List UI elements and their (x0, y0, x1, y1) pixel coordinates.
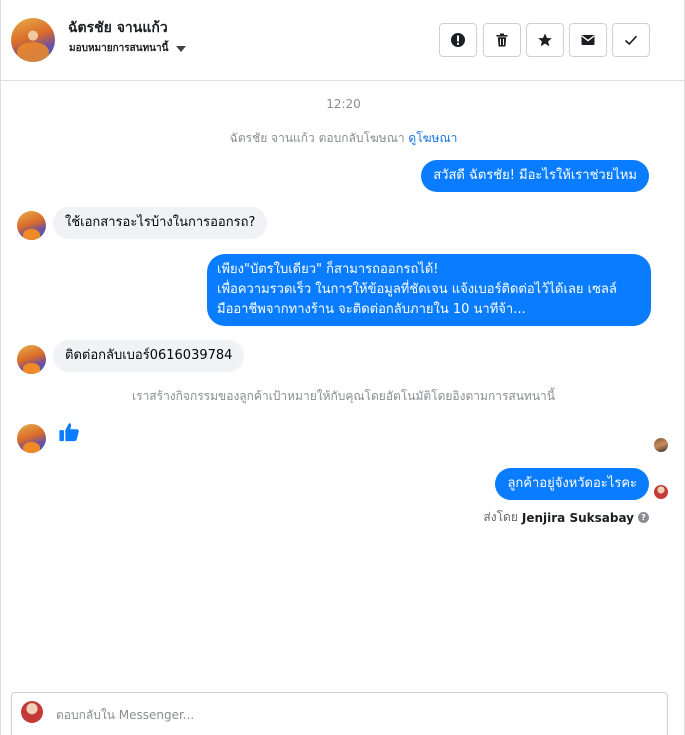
mark-done-button[interactable] (612, 23, 650, 57)
sent-by-label: ส่งโดย Jenjira Suksabay ? (483, 508, 649, 527)
envelope-icon (581, 35, 595, 45)
star-icon (538, 33, 552, 47)
message-bubble-incoming[interactable]: ใช้เอกสารอะไรบ้างในการออกรถ? (53, 207, 268, 239)
star-button[interactable] (526, 23, 564, 57)
message-line: เพื่อความรวดเร็ว ในการให้ข้อมูลที่ชัดเจน… (217, 282, 617, 297)
trash-icon (496, 33, 508, 47)
sent-by-prefix: ส่งโดย (483, 510, 518, 524)
assign-label: มอบหมายการสนทนานี้ (69, 43, 169, 54)
message-bubble-outgoing[interactable]: สวัสดี ฉัตรชัย! มีอะไรให้เราช่วยไหม (421, 160, 649, 192)
ad-reply-text: ฉัตรชัย จานแก้ว ตอบกลับโฆษณา (229, 131, 405, 145)
contact-name[interactable]: ฉัตรชัย จานแก้ว (68, 17, 168, 39)
contact-avatar-small (17, 424, 46, 453)
mark-spam-button[interactable] (439, 23, 477, 57)
reply-input[interactable] (56, 705, 616, 725)
contact-avatar-small (17, 211, 46, 240)
contact-avatar-small (17, 345, 46, 374)
message-line: มืออาชีพจากทางร้าน จะติดต่อกลับภายใน 10 … (217, 302, 526, 317)
message-bubble-outgoing[interactable]: เพียง"บัตรใบเดียว" ก็สามารถออกรถได้! เพื… (207, 254, 651, 326)
alert-circle-icon (451, 33, 465, 47)
help-icon[interactable]: ? (638, 512, 649, 523)
agent-avatar (654, 485, 668, 499)
message-bubble-incoming[interactable]: ติดต่อกลับเบอร์0616039784 (53, 340, 245, 372)
view-ad-link[interactable]: ดูโฆษณา (408, 131, 457, 145)
agent-avatar (21, 701, 43, 723)
sender-name[interactable]: Jenjira Suksabay (522, 511, 634, 525)
checkmark-icon (624, 35, 638, 46)
inbox-conversation-panel: ฉัตรชัย จานแก้ว มอบหมายการสนทนานี้ 12:20… (0, 0, 685, 735)
thumbs-up-icon[interactable] (58, 421, 80, 443)
contact-avatar[interactable] (11, 18, 55, 62)
lead-activity-notice: เราสร้างกิจกรรมของลูกค้าเป้าหมายให้กับคุ… (132, 389, 555, 403)
mark-unread-button[interactable] (569, 23, 607, 57)
ad-reply-notice: ฉัตรชัย จานแก้ว ตอบกลับโฆษณา ดูโฆษณา (1, 129, 685, 148)
message-bubble-outgoing[interactable]: ลูกค้าอยู่จังหวัดอะไรคะ (495, 468, 649, 500)
seen-by-avatar (654, 438, 668, 452)
conversation-header: ฉัตรชัย จานแก้ว มอบหมายการสนทนานี้ (1, 0, 684, 81)
reply-composer (11, 692, 668, 735)
caret-down-icon (176, 45, 187, 52)
message-line: เพียง"บัตรใบเดียว" ก็สามารถออกรถได้! (217, 262, 439, 277)
assign-conversation-dropdown[interactable]: มอบหมายการสนทนานี้ (69, 41, 187, 56)
delete-button[interactable] (483, 23, 521, 57)
message-timestamp: 12:20 (326, 97, 361, 111)
